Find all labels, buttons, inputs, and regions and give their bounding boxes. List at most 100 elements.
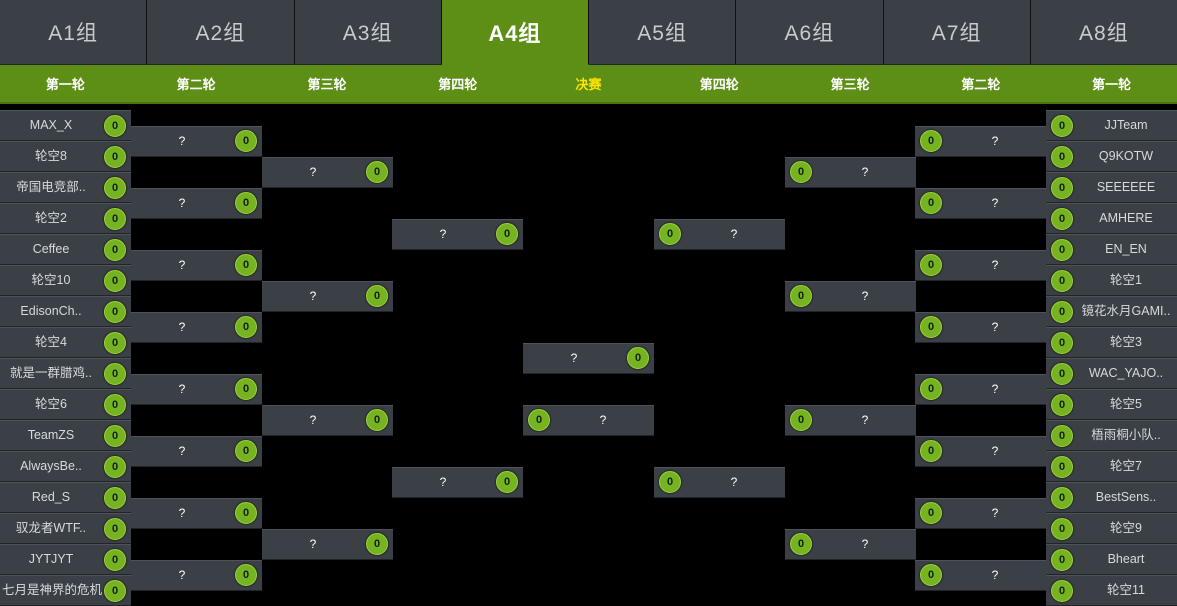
- score-badge: 0: [104, 269, 126, 292]
- bracket-cell-right-round1-12[interactable]: 轮空7 0: [1046, 451, 1177, 482]
- bracket-cell-right-round1-8[interactable]: 轮空3 0: [1046, 327, 1177, 358]
- bracket-cell-left-round3-3[interactable]: ? 0: [262, 404, 393, 436]
- score-badge: 0: [1051, 114, 1073, 137]
- bracket-cell-right-round3-1[interactable]: ? 0: [785, 156, 916, 188]
- round-label-5: 决赛: [575, 77, 602, 92]
- score-badge: 0: [235, 192, 257, 214]
- bracket-cell-left-round2-5[interactable]: ? 0: [131, 373, 262, 405]
- bracket-cell-right-round4-1[interactable]: ? 0: [654, 218, 785, 250]
- bracket-cell-left-round3-2[interactable]: ? 0: [262, 280, 393, 312]
- round-label-1: 第一轮: [45, 77, 85, 92]
- bracket-cell-left-round2-7[interactable]: ? 0: [131, 497, 262, 529]
- bracket-cell-left-round1-2[interactable]: 轮空8 0: [0, 141, 131, 172]
- bracket-cell-right-round1-3[interactable]: SEEEEEE 0: [1046, 172, 1177, 203]
- bracket-cell-left-round1-7[interactable]: EdisonCh.. 0: [0, 296, 131, 327]
- bracket-cell-right-round1-16[interactable]: 轮空11 0: [1046, 575, 1177, 606]
- bracket-cell-right-round2-7[interactable]: ? 0: [915, 497, 1046, 529]
- score-badge: 0: [920, 316, 942, 338]
- bracket-cell-left-round1-14[interactable]: 驭龙者WTF.. 0: [0, 513, 131, 544]
- bracket-cell-right-round2-8[interactable]: ? 0: [915, 559, 1046, 591]
- score-badge: 0: [1051, 207, 1073, 230]
- team-name: Bheart: [1107, 552, 1145, 566]
- bracket-cell-left-round4-2[interactable]: ? 0: [392, 466, 523, 498]
- bracket-cell-left-round1-4[interactable]: 轮空2 0: [0, 203, 131, 234]
- bracket-cell-right-round1-10[interactable]: 轮空5 0: [1046, 389, 1177, 420]
- bracket-cell-left-round1-6[interactable]: 轮空10 0: [0, 265, 131, 296]
- bracket-cell-right-round2-5[interactable]: ? 0: [915, 373, 1046, 405]
- bracket-cell-right-round2-1[interactable]: ? 0: [915, 125, 1046, 157]
- group-tab-6[interactable]: A6组: [736, 0, 884, 65]
- group-tab-3[interactable]: A3组: [294, 0, 442, 65]
- score-badge: 0: [920, 502, 942, 524]
- bracket-cell-left-round2-6[interactable]: ? 0: [131, 435, 262, 467]
- bracket-cell-right-round2-6[interactable]: ? 0: [915, 435, 1046, 467]
- bracket-cell-right-round2-4[interactable]: ? 0: [915, 311, 1046, 343]
- group-tab-label: A4组: [488, 21, 542, 46]
- team-name: ?: [991, 133, 999, 148]
- bracket-cell-right-round1-5[interactable]: EN_EN 0: [1046, 234, 1177, 265]
- team-name: EN_EN: [1105, 242, 1147, 256]
- bracket-cell-left-round1-13[interactable]: Red_S 0: [0, 482, 131, 513]
- bracket-cell-left-round2-1[interactable]: ? 0: [131, 125, 262, 157]
- bracket-cell-right-round1-1[interactable]: JJTeam 0: [1046, 110, 1177, 141]
- bracket-cell-left-round1-10[interactable]: 轮空6 0: [0, 389, 131, 420]
- bracket-cell-right-round1-2[interactable]: Q9KOTW 0: [1046, 141, 1177, 172]
- group-tab-7[interactable]: A7组: [883, 0, 1031, 65]
- team-name: 轮空7: [1110, 459, 1142, 473]
- score-badge: 0: [366, 285, 388, 307]
- group-tab-8[interactable]: A8组: [1030, 0, 1177, 65]
- score-badge: 0: [659, 471, 681, 493]
- bracket-cell-left-round3-1[interactable]: ? 0: [262, 156, 393, 188]
- team-name: 轮空6: [35, 397, 67, 411]
- bracket-cell-left-round1-8[interactable]: 轮空4 0: [0, 327, 131, 358]
- bracket-cell-right-final-1[interactable]: ? 0: [523, 404, 654, 436]
- group-tab-5[interactable]: A5组: [589, 0, 737, 65]
- bracket-cell-left-round3-4[interactable]: ? 0: [262, 528, 393, 560]
- group-tab-4[interactable]: A4组: [441, 0, 589, 65]
- group-tab-1[interactable]: A1组: [0, 0, 148, 65]
- bracket-cell-left-round1-9[interactable]: 就是一群腊鸡.. 0: [0, 358, 131, 389]
- bracket-cell-left-round2-4[interactable]: ? 0: [131, 311, 262, 343]
- bracket-cell-left-round1-15[interactable]: JYTJYT 0: [0, 544, 131, 575]
- bracket-cell-right-round1-9[interactable]: WAC_YAJO.. 0: [1046, 358, 1177, 389]
- bracket-cell-left-round1-1[interactable]: MAX_X 0: [0, 110, 131, 141]
- team-name: 轮空8: [35, 149, 67, 163]
- score-badge: 0: [104, 548, 126, 571]
- group-tab-2[interactable]: A2组: [147, 0, 295, 65]
- bracket-cell-right-round3-4[interactable]: ? 0: [785, 528, 916, 560]
- bracket-cell-right-round1-14[interactable]: 轮空9 0: [1046, 513, 1177, 544]
- team-name: ?: [991, 505, 999, 520]
- bracket-cell-right-round1-7[interactable]: 镜花水月GAMI.. 0: [1046, 296, 1177, 327]
- score-badge: 0: [104, 486, 126, 509]
- team-name: ?: [861, 536, 869, 551]
- bracket-cell-left-round1-12[interactable]: AlwaysBe.. 0: [0, 451, 131, 482]
- bracket-cell-right-round3-2[interactable]: ? 0: [785, 280, 916, 312]
- bracket-cell-right-round1-13[interactable]: BestSens.. 0: [1046, 482, 1177, 513]
- bracket-cell-right-round1-15[interactable]: Bheart 0: [1046, 544, 1177, 575]
- bracket-cell-right-round1-6[interactable]: 轮空1 0: [1046, 265, 1177, 296]
- bracket-cell-right-round1-4[interactable]: AMHERE 0: [1046, 203, 1177, 234]
- bracket-cell-right-round1-11[interactable]: 梧雨桐小队.. 0: [1046, 420, 1177, 451]
- team-name: ?: [730, 474, 738, 489]
- bracket-cell-left-round4-1[interactable]: ? 0: [392, 218, 523, 250]
- bracket-cell-right-round3-3[interactable]: ? 0: [785, 404, 916, 436]
- team-name: ?: [599, 412, 607, 427]
- score-badge: 0: [104, 145, 126, 168]
- team-name: Q9KOTW: [1098, 149, 1154, 163]
- bracket-cell-left-round1-3[interactable]: 帝国电竞部.. 0: [0, 172, 131, 203]
- bracket-cell-left-final-1[interactable]: ? 0: [523, 342, 654, 374]
- score-badge: 0: [1051, 548, 1073, 571]
- bracket-cell-right-round2-2[interactable]: ? 0: [915, 187, 1046, 219]
- team-name: 七月是神界的危机: [2, 583, 102, 597]
- team-name: 轮空4: [35, 335, 67, 349]
- bracket-cell-right-round4-2[interactable]: ? 0: [654, 466, 785, 498]
- bracket-cell-left-round1-11[interactable]: TeamZS 0: [0, 420, 131, 451]
- bracket-cell-left-round2-8[interactable]: ? 0: [131, 559, 262, 591]
- bracket-cell-right-round2-3[interactable]: ? 0: [915, 249, 1046, 281]
- bracket-cell-left-round1-5[interactable]: Ceffee 0: [0, 234, 131, 265]
- bracket-cell-left-round2-3[interactable]: ? 0: [131, 249, 262, 281]
- score-badge: 0: [104, 114, 126, 137]
- bracket-cell-left-round2-2[interactable]: ? 0: [131, 187, 262, 219]
- team-name: Ceffee: [32, 242, 70, 256]
- bracket-cell-left-round1-16[interactable]: 七月是神界的危机 0: [0, 575, 131, 606]
